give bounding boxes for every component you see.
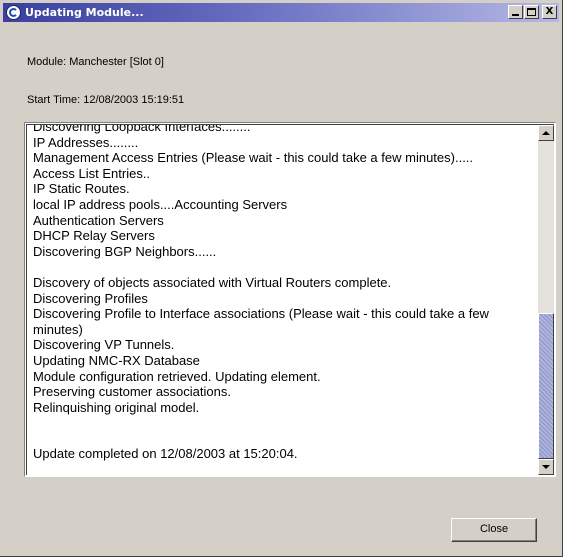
log-line: Access List Entries.. (33, 165, 151, 181)
updating-module-dialog: Updating Module... X Module: Manchester … (0, 0, 563, 557)
log-line: Management Access Entries (Please wait -… (33, 150, 474, 166)
close-window-button[interactable]: X (542, 5, 557, 19)
window-title: Updating Module... (25, 6, 144, 19)
log-line: Discovering Loopback Interfaces........ (33, 124, 251, 134)
log-line: Discovering Profiles (33, 290, 148, 306)
log-line: Preserving customer associations. (33, 384, 231, 400)
app-globe-icon (6, 5, 21, 20)
scroll-up-button[interactable] (538, 125, 554, 141)
log-line: Module configuration retrieved. Updating… (33, 368, 321, 384)
scroll-track[interactable] (538, 141, 554, 459)
log-line: local IP address pools....Accounting Ser… (33, 196, 288, 212)
title-bar[interactable]: Updating Module... X (3, 3, 559, 22)
log-line: Discovering Profile to Interface associa… (33, 306, 489, 337)
start-time-label: Start Time: 12/08/2003 15:19:51 (27, 94, 185, 106)
arrow-up-icon (542, 131, 550, 135)
module-label: Module: Manchester [Slot 0] (27, 56, 164, 68)
log-line: Discovering BGP Neighbors...... (33, 243, 217, 259)
arrow-down-icon (542, 465, 550, 469)
close-button[interactable]: Close (451, 518, 537, 542)
log-line: Discovering VP Tunnels. (33, 337, 175, 353)
maximize-button[interactable] (524, 5, 539, 19)
minimize-icon (512, 14, 519, 16)
minimize-button[interactable] (508, 5, 523, 19)
scroll-thumb[interactable] (538, 313, 554, 459)
log-line: Authentication Servers (33, 212, 164, 228)
log-line: IP Addresses........ (33, 134, 139, 150)
log-text: Discovering Loopback Interfaces........ I… (33, 124, 541, 462)
log-line: DHCP Relay Servers (33, 228, 155, 244)
log-panel: Discovering Loopback Interfaces........ I… (24, 122, 556, 477)
log-line: IP Static Routes. (33, 181, 130, 197)
log-line: Relinquishing original model. (33, 399, 200, 415)
log-line: Update completed on 12/08/2003 at 15:20:… (33, 446, 298, 462)
maximize-icon (527, 8, 536, 16)
log-viewport[interactable]: Discovering Loopback Interfaces........ I… (26, 124, 554, 475)
log-line: Discovery of objects associated with Vir… (33, 274, 392, 290)
log-line: Updating NMC-RX Database (33, 352, 200, 368)
scroll-down-button[interactable] (538, 459, 554, 475)
vertical-scrollbar[interactable] (538, 125, 554, 475)
